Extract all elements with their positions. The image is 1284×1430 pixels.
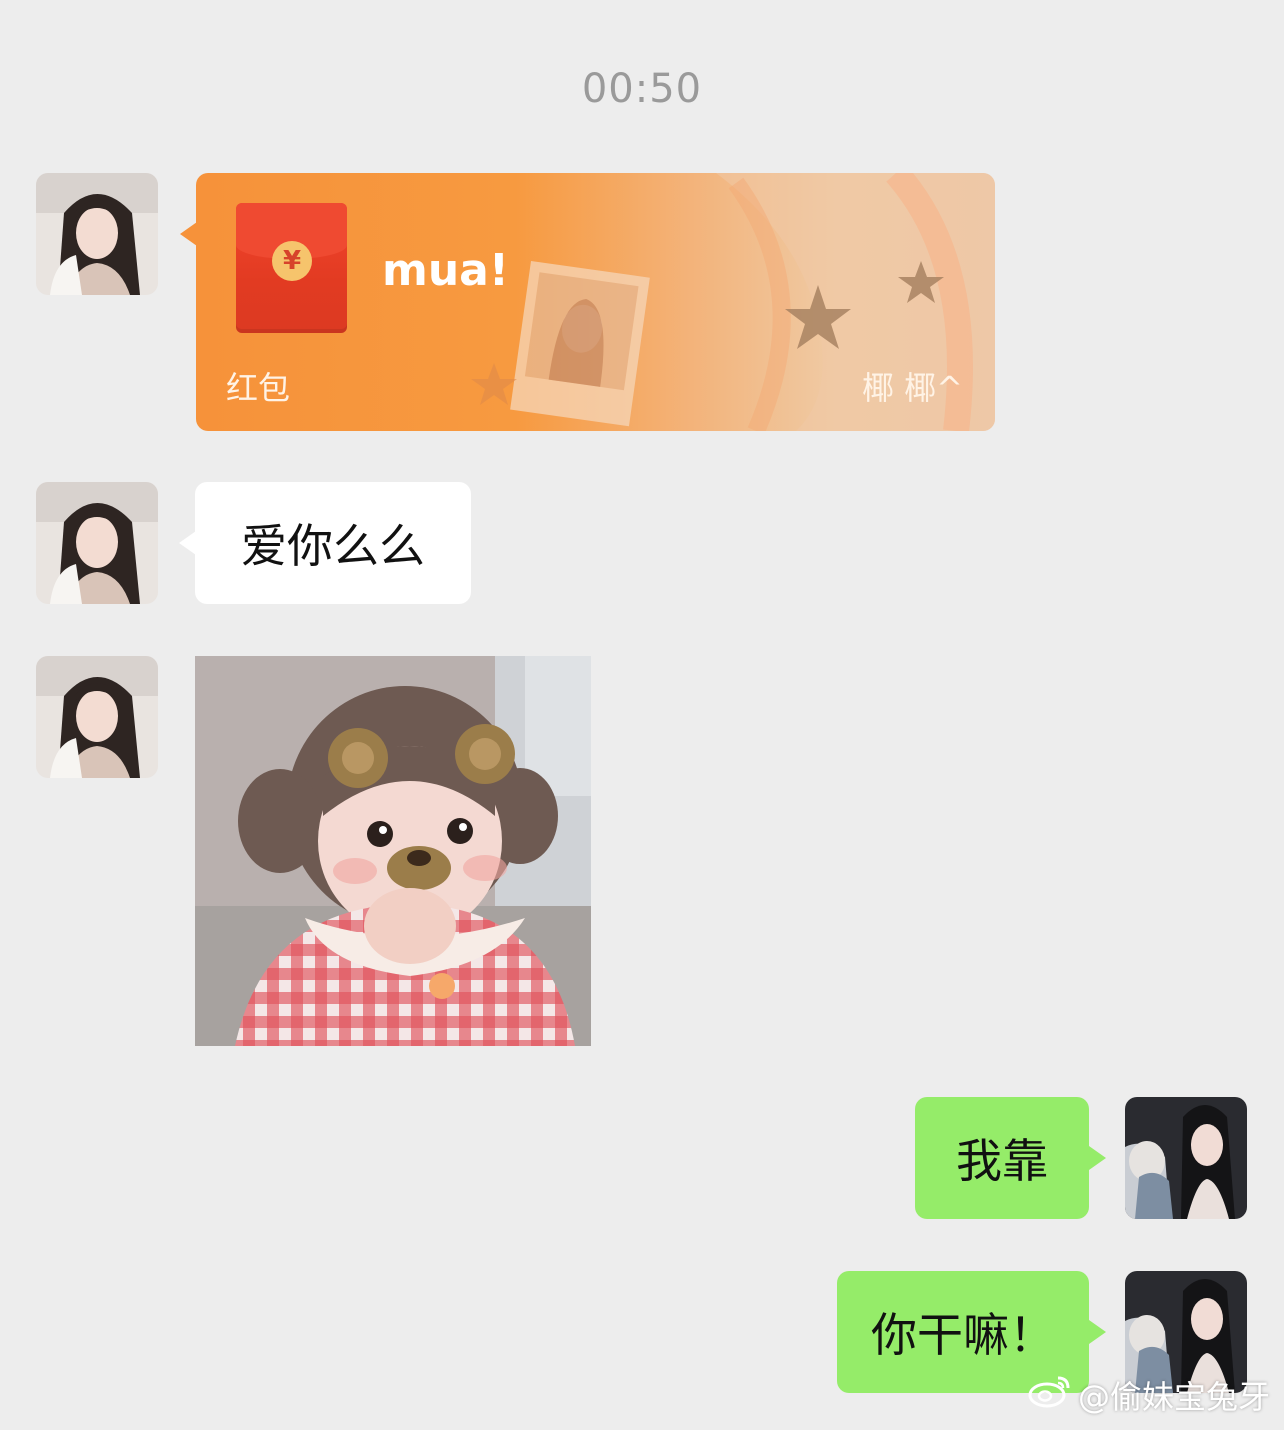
bubble-tail (1089, 1320, 1106, 1344)
contact-avatar[interactable] (36, 482, 158, 604)
image-message[interactable] (195, 656, 591, 1046)
message-text: 爱你么么 (241, 519, 425, 573)
outgoing-text-bubble[interactable]: 我靠 (915, 1097, 1089, 1219)
contact-avatar[interactable] (36, 656, 158, 778)
red-packet-sender: 椰 椰^ (862, 369, 963, 407)
red-packet-message[interactable]: ¥ mua! 红包 椰 椰^ (196, 173, 995, 431)
incoming-text-bubble[interactable]: 爱你么么 (195, 482, 471, 604)
bubble-tail (1089, 1146, 1106, 1170)
weibo-logo-icon (1028, 1374, 1072, 1416)
my-avatar[interactable] (1125, 1097, 1247, 1219)
message-text: 你干嘛！ (871, 1308, 1055, 1362)
red-packet-tail (180, 222, 197, 246)
message-timestamp: 00:50 (581, 66, 703, 112)
contact-avatar[interactable] (36, 173, 158, 295)
message-text: 我靠 (956, 1134, 1048, 1188)
red-envelope-icon: ¥ (236, 203, 347, 333)
watermark-text: @偷妹宝兔牙 (1077, 1378, 1270, 1416)
weibo-watermark: @偷妹宝兔牙 (1028, 1372, 1270, 1418)
yuan-coin-icon: ¥ (272, 241, 312, 281)
bubble-tail (179, 531, 196, 555)
red-packet-title: mua! (382, 245, 509, 296)
red-packet-type-label: 红包 (226, 369, 291, 407)
